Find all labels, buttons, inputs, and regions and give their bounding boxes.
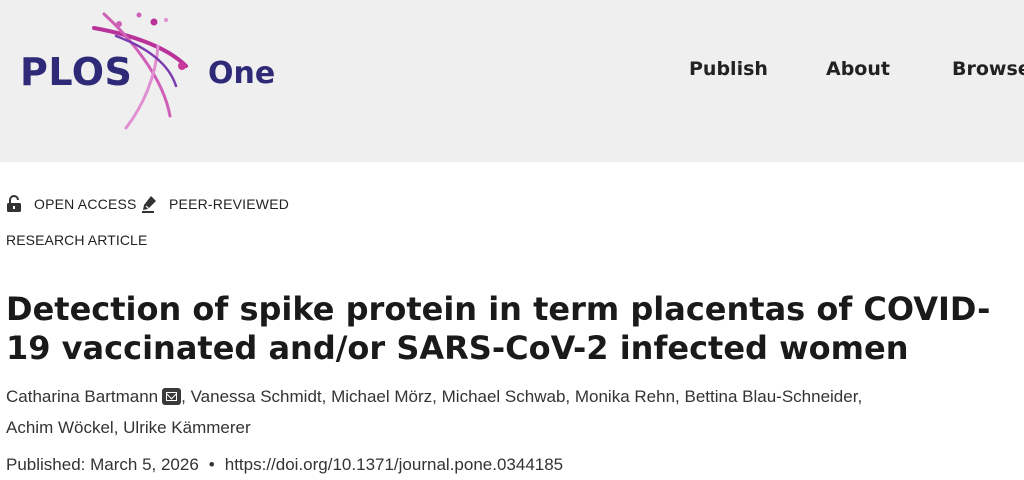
nav-browse[interactable]: Browse — [952, 58, 1024, 80]
article-title: Detection of spike protein in term place… — [6, 290, 991, 367]
author-list: Catharina Bartmann, Vanessa Schmidt, Mic… — [6, 387, 863, 437]
author-name[interactable]: Catharina Bartmann — [6, 387, 158, 406]
peer-reviewed-label: PEER-REVIEWED — [169, 196, 290, 212]
plos-one-logo[interactable]: PLOS One — [18, 6, 288, 136]
nav-about[interactable]: About — [826, 58, 890, 80]
separator-bullet: • — [208, 455, 215, 474]
site-header: PLOS One Publish About Browse — [0, 0, 1024, 162]
logo-plos-text: PLOS — [20, 50, 133, 94]
nav-publish[interactable]: Publish — [689, 58, 768, 80]
published-date: Published: March 5, 2026 — [6, 455, 199, 474]
publication-info: Published: March 5, 2026 • https://doi.org… — [6, 455, 563, 475]
author-name[interactable]: Michael Schwab — [442, 387, 566, 406]
author-name[interactable]: Achim Wöckel — [6, 418, 114, 437]
peer-reviewed-pen-icon — [142, 196, 156, 213]
author-name[interactable]: Bettina Blau-Schneider — [684, 387, 857, 406]
open-access-badge[interactable]: OPEN ACCESS — [6, 193, 137, 215]
author-name[interactable]: Ulrike Kämmerer — [123, 418, 251, 437]
author-name[interactable]: Michael Mörz — [331, 387, 432, 406]
author-name[interactable]: Vanessa Schmidt — [191, 387, 322, 406]
logo-one-text: One — [208, 56, 276, 91]
email-icon[interactable] — [162, 388, 182, 405]
peer-reviewed-badge[interactable]: PEER-REVIEWED — [141, 193, 289, 215]
open-access-label: OPEN ACCESS — [34, 196, 137, 212]
doi-link[interactable]: https://doi.org/10.1371/journal.pone.034… — [225, 455, 563, 474]
article-type-label: RESEARCH ARTICLE — [6, 232, 148, 248]
author-name[interactable]: Monika Rehn — [575, 387, 675, 406]
unlocked-padlock-icon — [7, 195, 21, 212]
